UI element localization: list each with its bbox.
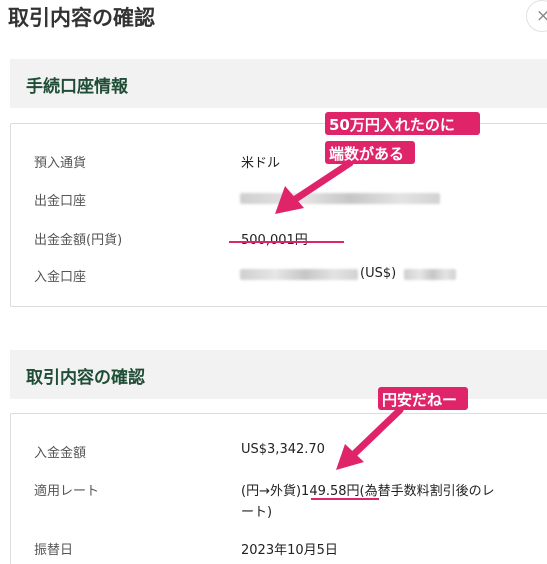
annotation-arrow-2-shaft (348, 406, 404, 460)
annotation-arrows (275, 159, 404, 470)
annotation-arrow-1-shaft (287, 159, 354, 206)
annotation-text-1-line2: 端数がある (329, 145, 405, 163)
annotation-text-1-line1: 50万円入れたのに (329, 116, 455, 134)
annotation-text-2: 円安だねー (382, 391, 458, 409)
